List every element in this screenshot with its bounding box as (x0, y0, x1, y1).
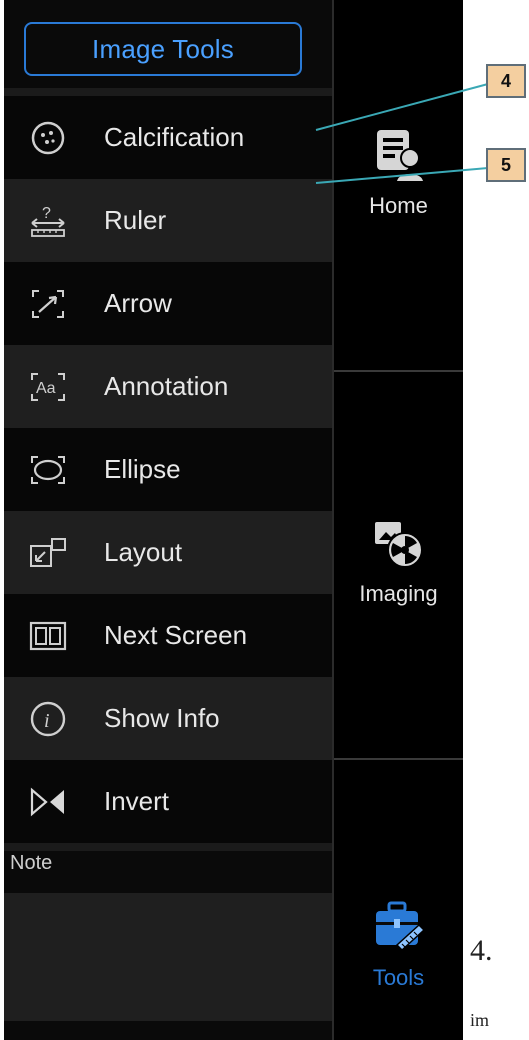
callout-lines (315, 83, 489, 184)
page-body-text: im (470, 1010, 490, 1030)
callout-5: 5 (486, 148, 526, 182)
page-number-text: 4. (470, 934, 493, 967)
callout-line-5 (315, 167, 489, 184)
callout-line-4 (315, 83, 489, 131)
callout-4: 4 (486, 64, 526, 98)
